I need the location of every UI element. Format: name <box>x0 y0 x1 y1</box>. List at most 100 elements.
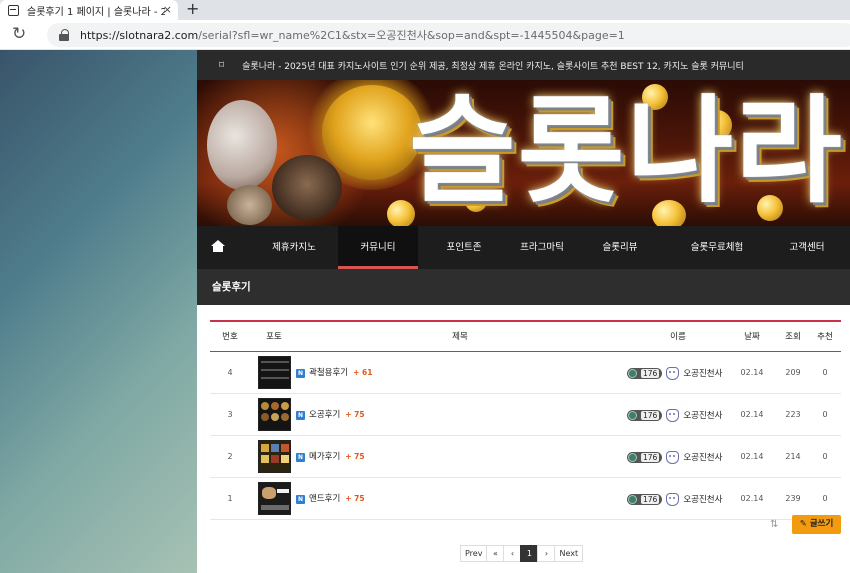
board-title: 슬롯후기 <box>197 269 850 305</box>
nav-free-slot[interactable]: 슬롯무료체험 <box>675 226 759 269</box>
home-icon[interactable] <box>211 240 225 253</box>
nav-point-zone[interactable]: 포인트존 <box>429 226 499 269</box>
site-favicon-icon <box>8 4 19 16</box>
table-row[interactable]: 2 N 메가후기 + 75 176 오공진천사 02.14 214 0 <box>210 436 841 478</box>
post-likes: 0 <box>822 368 828 377</box>
post-title-link[interactable]: N 오공후기 + 75 <box>296 394 365 436</box>
post-date: 02.14 <box>740 494 764 503</box>
post-title[interactable]: 오공후기 <box>309 394 340 436</box>
post-number: 1 <box>227 494 233 503</box>
post-title-link[interactable]: N 앤드후기 + 75 <box>296 478 365 520</box>
pager-prev[interactable]: Prev <box>460 545 488 562</box>
avatar <box>666 408 680 422</box>
post-thumbnail[interactable] <box>258 440 291 473</box>
post-date: 02.14 <box>740 368 764 377</box>
post-views: 223 <box>785 410 801 419</box>
level-icon <box>628 368 637 378</box>
post-title[interactable]: 곽철용후기 <box>309 352 348 394</box>
post-author[interactable]: 176 오공진천사 <box>627 365 722 381</box>
nav-partner-casino[interactable]: 제휴카지노 <box>259 226 329 269</box>
level-icon <box>628 494 637 504</box>
author-name[interactable]: 오공진천사 <box>683 451 722 463</box>
post-title-link[interactable]: N 메가후기 + 75 <box>296 436 365 478</box>
post-likes: 0 <box>822 410 828 419</box>
pencil-icon: ✎ <box>799 519 807 529</box>
col-photo: 포토 <box>266 332 282 342</box>
post-author[interactable]: 176 오공진천사 <box>627 491 722 507</box>
col-name: 이름 <box>670 332 686 342</box>
comment-count: + 75 <box>345 410 365 419</box>
author-name[interactable]: 오공진천사 <box>683 409 722 421</box>
nav-slot-review[interactable]: 슬롯리뷰 <box>589 226 651 269</box>
comment-count: + 75 <box>345 494 365 503</box>
pager-previous-page[interactable]: ‹ <box>503 545 522 562</box>
author-name[interactable]: 오공진천사 <box>683 367 722 379</box>
bookmark-icon: ⌑ <box>219 59 225 71</box>
table-row[interactable]: 4 N 곽철용후기 + 61 176 오공진천사 02.14 209 0 <box>210 352 841 394</box>
post-date: 02.14 <box>740 410 764 419</box>
tab-close-icon[interactable]: × <box>163 3 172 16</box>
pager-next-page[interactable]: › <box>537 545 556 562</box>
pager-current[interactable]: 1 <box>520 545 539 562</box>
post-likes: 0 <box>822 494 828 503</box>
url-host: https://slotnara2.com <box>80 28 199 42</box>
reload-icon[interactable]: ↻ <box>12 24 26 44</box>
post-author[interactable]: 176 오공진천사 <box>627 407 722 423</box>
new-tab-icon[interactable]: + <box>186 0 199 18</box>
avatar <box>666 366 680 380</box>
pager-next[interactable]: Next <box>554 545 584 562</box>
col-date: 날짜 <box>744 332 760 342</box>
new-badge: N <box>296 410 305 420</box>
lock-icon[interactable] <box>59 29 70 41</box>
url-input[interactable]: https://slotnara2.com/serial?sfl=wr_name… <box>47 23 850 47</box>
table-header: 번호 포토 제목 이름 날짜 조회 추천 <box>210 320 841 352</box>
post-table: 번호 포토 제목 이름 날짜 조회 추천 4 N 곽철용후기 + 61 176 … <box>210 320 841 520</box>
nav-pragmatic[interactable]: 프라그마틱 <box>507 226 577 269</box>
new-badge: N <box>296 452 305 462</box>
col-views[interactable]: 조회 <box>778 322 808 352</box>
comment-count: + 75 <box>345 452 365 461</box>
post-title[interactable]: 앤드후기 <box>309 478 340 520</box>
level-badge: 176 <box>627 367 663 379</box>
write-button[interactable]: ✎ 글쓰기 <box>792 515 841 534</box>
table-row[interactable]: 3 N 오공후기 + 75 176 오공진천사 02.14 223 0 <box>210 394 841 436</box>
col-likes[interactable]: 추천 <box>810 322 840 352</box>
browser-tab[interactable]: 슬롯후기 1 페이지 | 슬롯나라 - 20 × <box>0 0 178 20</box>
post-views: 209 <box>785 368 801 377</box>
post-author[interactable]: 176 오공진천사 <box>627 449 722 465</box>
pager-first[interactable]: « <box>486 545 505 562</box>
notice-bar: ⌑ 슬롯나라 - 2025년 대표 카지노사이트 인기 순위 제공, 최정상 제… <box>197 50 850 80</box>
url-path: /serial?sfl=wr_name%2C1&stx=오공진천사&sop=an… <box>198 29 625 42</box>
post-number: 2 <box>227 452 233 461</box>
pagination: Prev « ‹ 1 › Next <box>460 545 584 562</box>
site-banner[interactable]: 슬롯나라 <box>197 80 850 226</box>
table-row[interactable]: 1 N 앤드후기 + 75 176 오공진천사 02.14 239 0 <box>210 478 841 520</box>
post-thumbnail[interactable] <box>258 398 291 431</box>
new-badge: N <box>296 368 305 378</box>
nav-customer-center[interactable]: 고객센터 <box>775 226 839 269</box>
post-views: 214 <box>785 452 801 461</box>
notice-text: 슬롯나라 - 2025년 대표 카지노사이트 인기 순위 제공, 최정상 제휴 … <box>242 61 744 72</box>
nav-community[interactable]: 커뮤니티 <box>338 226 418 269</box>
sort-icon[interactable]: ⇅ <box>770 519 778 530</box>
level-badge: 176 <box>627 451 663 463</box>
level-icon <box>628 452 637 462</box>
post-views: 239 <box>785 494 801 503</box>
col-number: 번호 <box>222 332 238 342</box>
post-thumbnail[interactable] <box>258 356 291 389</box>
col-title: 제목 <box>452 332 468 342</box>
avatar <box>666 492 680 506</box>
lion-mascot-icon <box>322 85 422 180</box>
post-number: 4 <box>227 368 233 377</box>
post-likes: 0 <box>822 452 828 461</box>
author-name[interactable]: 오공진천사 <box>683 493 722 505</box>
pug-mascot-icon <box>227 185 272 225</box>
post-date: 02.14 <box>740 452 764 461</box>
browser-tab-bar: 슬롯후기 1 페이지 | 슬롯나라 - 20 × + <box>0 0 850 20</box>
post-title-link[interactable]: N 곽철용후기 + 61 <box>296 352 372 394</box>
post-title[interactable]: 메가후기 <box>309 436 340 478</box>
level-icon <box>628 410 637 420</box>
main-nav: 제휴카지노 커뮤니티 포인트존 프라그마틱 슬롯리뷰 슬롯무료체험 고객센터 <box>197 226 850 269</box>
post-thumbnail[interactable] <box>258 482 291 515</box>
address-bar: ↻ https://slotnara2.com/serial?sfl=wr_na… <box>0 20 850 50</box>
